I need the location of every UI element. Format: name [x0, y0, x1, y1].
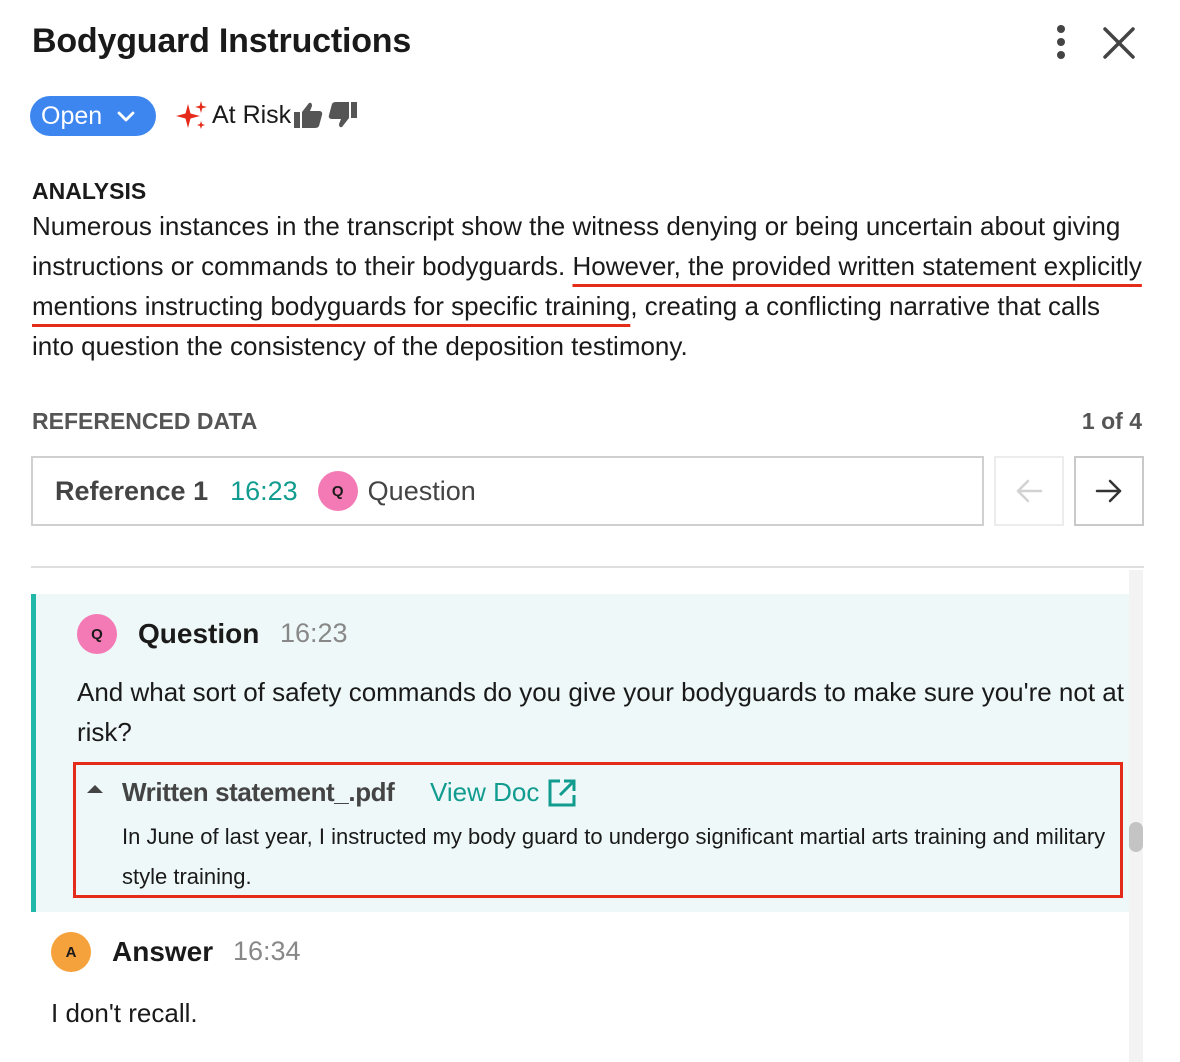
transcript-view: Q Question 16:23 And what sort of safety…	[31, 570, 1129, 1062]
answer-avatar: A	[51, 932, 91, 972]
previous-reference-button[interactable]	[994, 456, 1064, 526]
view-doc-label: View Doc	[430, 777, 540, 807]
scrollbar-thumb[interactable]	[1129, 822, 1143, 852]
caret-up-icon[interactable]	[86, 783, 104, 795]
thumbs-up-icon[interactable]	[293, 101, 323, 129]
arrow-left-icon	[1016, 479, 1043, 503]
more-options-button[interactable]	[1046, 22, 1076, 62]
view-doc-link[interactable]: View Doc	[430, 777, 577, 808]
thumbs-down-icon[interactable]	[328, 101, 358, 129]
question-avatar: Q	[77, 614, 117, 654]
sparkle-icon	[176, 101, 207, 129]
status-value: Open	[41, 101, 103, 130]
panel-title: Bodyguard Instructions	[32, 22, 412, 60]
chevron-down-icon	[117, 111, 135, 122]
close-icon	[1103, 27, 1135, 59]
risk-label: At Risk	[212, 101, 292, 129]
document-name: Written statement_.pdf	[122, 777, 395, 807]
external-link-icon	[548, 779, 576, 806]
question-avatar: Q	[317, 471, 358, 511]
transcript-scrollbar[interactable]	[1129, 570, 1143, 1062]
close-button[interactable]	[1098, 22, 1140, 64]
status-dropdown[interactable]: Open	[30, 96, 156, 136]
analysis-heading: ANALYSIS	[32, 178, 147, 204]
question-speaker: Question	[138, 618, 260, 649]
referenced-data-heading: REFERENCED DATA	[32, 408, 258, 434]
answer-speaker: Answer	[112, 936, 214, 967]
more-vertical-icon	[1057, 25, 1065, 59]
issue-detail-panel: Bodyguard Instructions Open At Risk ANAL…	[0, 0, 1180, 1062]
reference-counter: 1 of 4	[1081, 408, 1142, 434]
question-entry: Q Question 16:23 And what sort of safety…	[31, 594, 1129, 912]
question-text: And what sort of safety commands do you …	[77, 677, 1124, 747]
reference-selector[interactable]: Reference 1 16:23 Q Question	[31, 456, 984, 526]
document-excerpt: Written statement_.pdf View Doc In June …	[73, 762, 1123, 898]
document-quote: In June of last year, I instructed my bo…	[122, 824, 1106, 889]
next-reference-button[interactable]	[1074, 456, 1144, 526]
answer-time: 16:34	[233, 936, 301, 966]
analysis-text: Numerous instances in the transcript sho…	[32, 206, 1142, 366]
section-divider	[31, 566, 1144, 568]
arrow-right-icon	[1095, 479, 1122, 503]
reference-time: 16:23	[230, 475, 298, 506]
answer-text: I don't recall.	[51, 998, 198, 1028]
reference-type: Question	[367, 475, 476, 506]
reference-label: Reference 1	[55, 475, 209, 506]
question-time: 16:23	[280, 618, 348, 648]
